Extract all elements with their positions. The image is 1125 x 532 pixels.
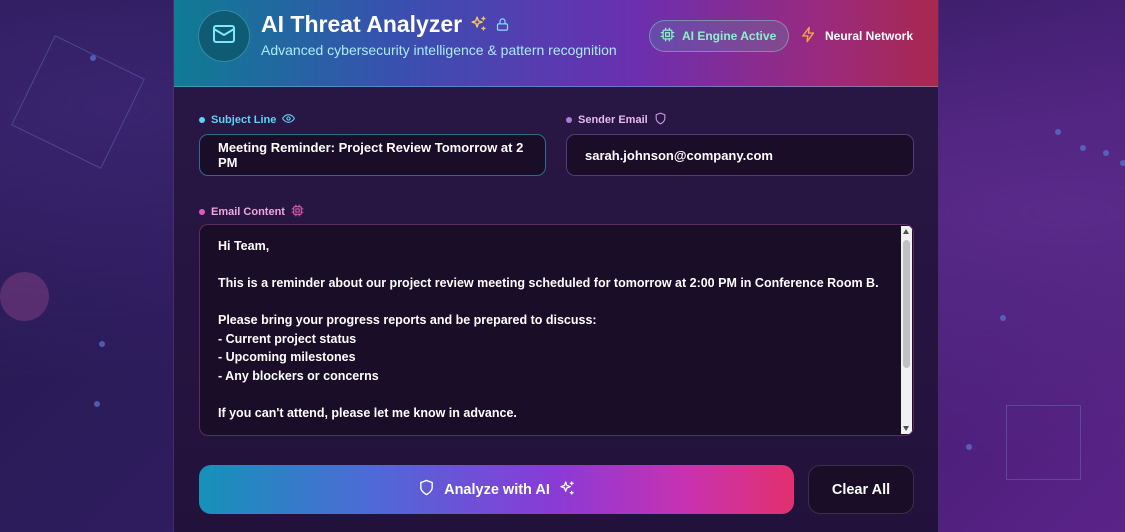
sender-label-dot xyxy=(566,117,572,123)
subject-label: Subject Line xyxy=(199,112,296,128)
background-decor-dot xyxy=(99,341,105,347)
shield-icon xyxy=(418,479,435,500)
background-decor-dot xyxy=(1120,160,1125,166)
subject-input[interactable]: Meeting Reminder: Project Review Tomorro… xyxy=(199,134,546,176)
ai-engine-status-text: AI Engine Active xyxy=(682,29,777,43)
neural-network-indicator: Neural Network xyxy=(800,26,913,46)
sparkles-icon xyxy=(559,480,575,500)
page-title: AI Threat Analyzer xyxy=(261,11,510,38)
scrollbar-thumb[interactable] xyxy=(903,240,910,368)
sender-email-value: sarah.johnson@company.com xyxy=(585,147,773,163)
background-decor-dot xyxy=(1103,150,1109,156)
email-content-textarea[interactable]: Hi Team, This is a reminder about our pr… xyxy=(199,224,914,436)
analyzer-card: AI Threat Analyzer Advanced cybersecurit… xyxy=(173,0,939,532)
shield-icon xyxy=(654,112,667,128)
chip-icon xyxy=(291,204,304,220)
textarea-scrollbar[interactable] xyxy=(901,226,912,434)
email-content-label: Email Content xyxy=(199,204,304,220)
sender-email-input[interactable]: sarah.johnson@company.com xyxy=(566,134,914,176)
sender-label-text: Sender Email xyxy=(578,114,648,126)
sender-label: Sender Email xyxy=(566,112,667,128)
page-title-text: AI Threat Analyzer xyxy=(261,11,463,37)
lightning-icon xyxy=(800,26,817,46)
analyze-button-label: Analyze with AI xyxy=(444,481,550,498)
analyze-with-ai-button[interactable]: Analyze with AI xyxy=(199,465,794,514)
background-decor-dot xyxy=(1055,129,1061,135)
page-subtitle: Advanced cybersecurity intelligence & pa… xyxy=(261,42,617,58)
background-decor-dot xyxy=(90,55,96,61)
lock-icon xyxy=(495,11,510,38)
clear-button-label: Clear All xyxy=(831,481,891,498)
neural-network-label: Neural Network xyxy=(825,29,914,43)
background-decor-dot xyxy=(94,401,100,407)
background-decor-square xyxy=(1006,405,1081,480)
email-content-value: Hi Team, This is a reminder about our pr… xyxy=(218,239,879,420)
mail-icon xyxy=(212,22,236,51)
subject-input-value: Meeting Reminder: Project Review Tomorro… xyxy=(218,140,524,170)
background-decor-dot xyxy=(1080,145,1086,151)
subject-label-dot xyxy=(199,117,205,123)
scroll-up-arrow-icon[interactable] xyxy=(903,229,909,234)
subject-label-text: Subject Line xyxy=(211,114,277,126)
email-content-label-dot xyxy=(199,209,205,215)
eye-icon xyxy=(282,112,296,128)
background-decor-circle xyxy=(0,272,49,321)
cpu-icon xyxy=(660,27,675,45)
clear-all-button[interactable]: Clear All xyxy=(808,465,914,514)
logo-badge xyxy=(198,10,250,62)
sparkles-icon xyxy=(470,11,487,38)
email-content-label-text: Email Content xyxy=(211,206,285,218)
background-decor-dot xyxy=(1000,315,1006,321)
header-banner: AI Threat Analyzer Advanced cybersecurit… xyxy=(174,0,938,87)
background-decor-dot xyxy=(966,444,972,450)
scroll-down-arrow-icon[interactable] xyxy=(903,426,909,431)
ai-engine-status-badge: AI Engine Active xyxy=(649,20,790,52)
background-decor-square xyxy=(11,35,145,169)
